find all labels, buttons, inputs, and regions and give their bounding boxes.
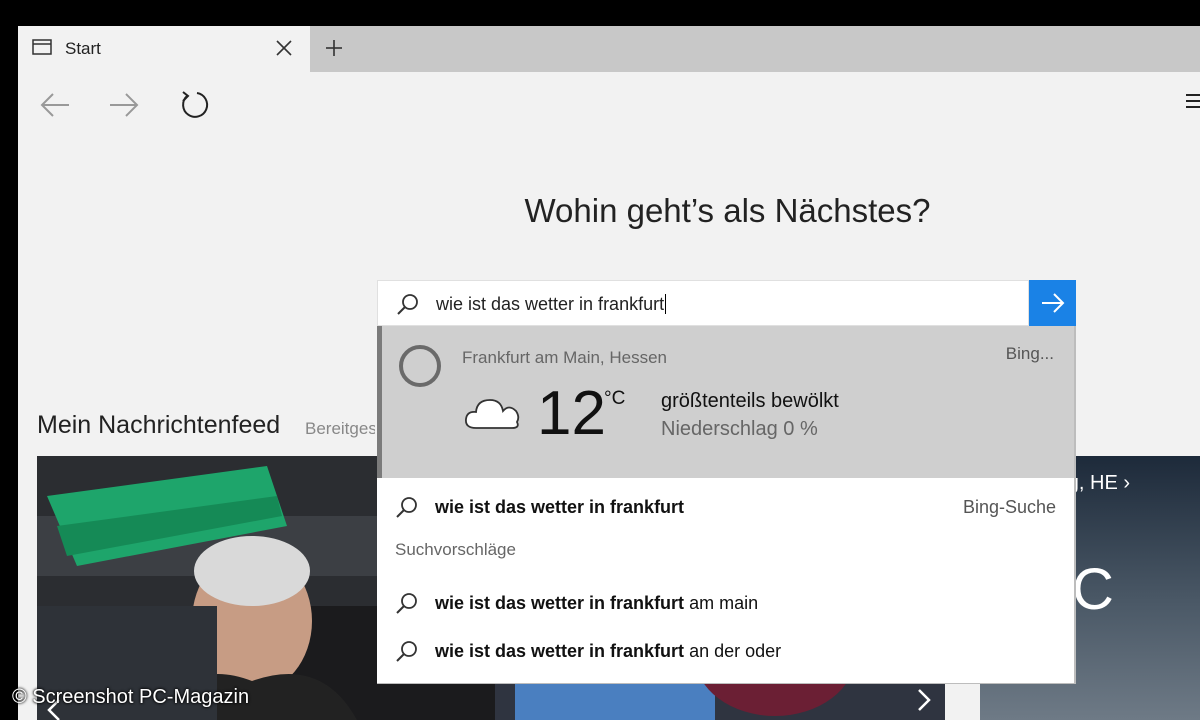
feed-title: Mein Nachrichtenfeed: [37, 411, 281, 439]
search-input[interactable]: wie ist das wetter in frankfurt: [436, 294, 667, 315]
tab-start[interactable]: Start: [18, 26, 310, 72]
page-heading: Wohin geht’s als Nächstes?: [524, 192, 931, 229]
back-arrow-icon[interactable]: [38, 88, 72, 122]
weather-location: Frankfurt am Main, Hessen: [462, 348, 668, 367]
next-news-arrow-icon[interactable]: [914, 688, 934, 712]
search-icon: [396, 641, 417, 662]
bing-search-label: Bing-Suche: [962, 497, 1056, 517]
feed-subtitle: Bereitgestellt: [305, 419, 375, 438]
tab-page-icon: [32, 39, 52, 55]
watermark: © Screenshot PC-Magazin: [12, 686, 250, 708]
suggestion-label: wie ist das wetter in frankfurt an der o…: [435, 641, 782, 661]
suggestions-section-label: Suchvorschläge: [395, 540, 516, 559]
refresh-icon[interactable]: [177, 88, 211, 122]
tab-strip: Start: [18, 26, 1200, 72]
new-tab-icon[interactable]: [324, 38, 344, 58]
close-tab-icon[interactable]: [274, 38, 294, 58]
weather-answer-card[interactable]: Frankfurt am Main, Hessen Bing... 12 °C …: [377, 326, 1074, 478]
weather-condition: größtenteils bewölkt: [661, 390, 839, 412]
search-box[interactable]: wie ist das wetter in frankfurt: [377, 280, 1029, 326]
search-go-button[interactable]: [1029, 280, 1076, 326]
weather-precipitation: Niederschlag 0 %: [661, 418, 818, 440]
search-icon: [396, 593, 417, 614]
tab-title: Start: [65, 39, 101, 58]
search-icon: [396, 497, 417, 518]
browser-window: Start Wohin geht’s als Nächstes? Mein Na…: [18, 26, 1200, 720]
suggestion-label: wie ist das wetter in frankfurt am main: [435, 593, 759, 613]
loading-ring-icon: [399, 345, 441, 387]
text-caret: [665, 294, 667, 314]
suggestion-bing-search[interactable]: wie ist das wetter in frankfurt Bing-Suc…: [377, 483, 1074, 529]
weather-tile-unit: C: [1072, 557, 1114, 622]
forward-arrow-icon[interactable]: [107, 88, 141, 122]
search-suggestions-dropdown: Frankfurt am Main, Hessen Bing... 12 °C …: [377, 326, 1076, 684]
suggestion-item[interactable]: wie ist das wetter in frankfurt am main: [377, 579, 1074, 625]
arrow-right-icon: [1042, 293, 1065, 313]
weather-temperature: 12: [537, 379, 606, 448]
cloud-icon: [465, 399, 520, 429]
suggestion-label: wie ist das wetter in frankfurt: [435, 497, 685, 517]
bing-link[interactable]: Bing...: [1006, 344, 1054, 364]
search-icon: [397, 294, 418, 315]
hamburger-icon[interactable]: [1186, 92, 1200, 110]
suggestion-item[interactable]: wie ist das wetter in frankfurt an der o…: [377, 627, 1074, 673]
weather-unit: °C: [604, 388, 626, 409]
